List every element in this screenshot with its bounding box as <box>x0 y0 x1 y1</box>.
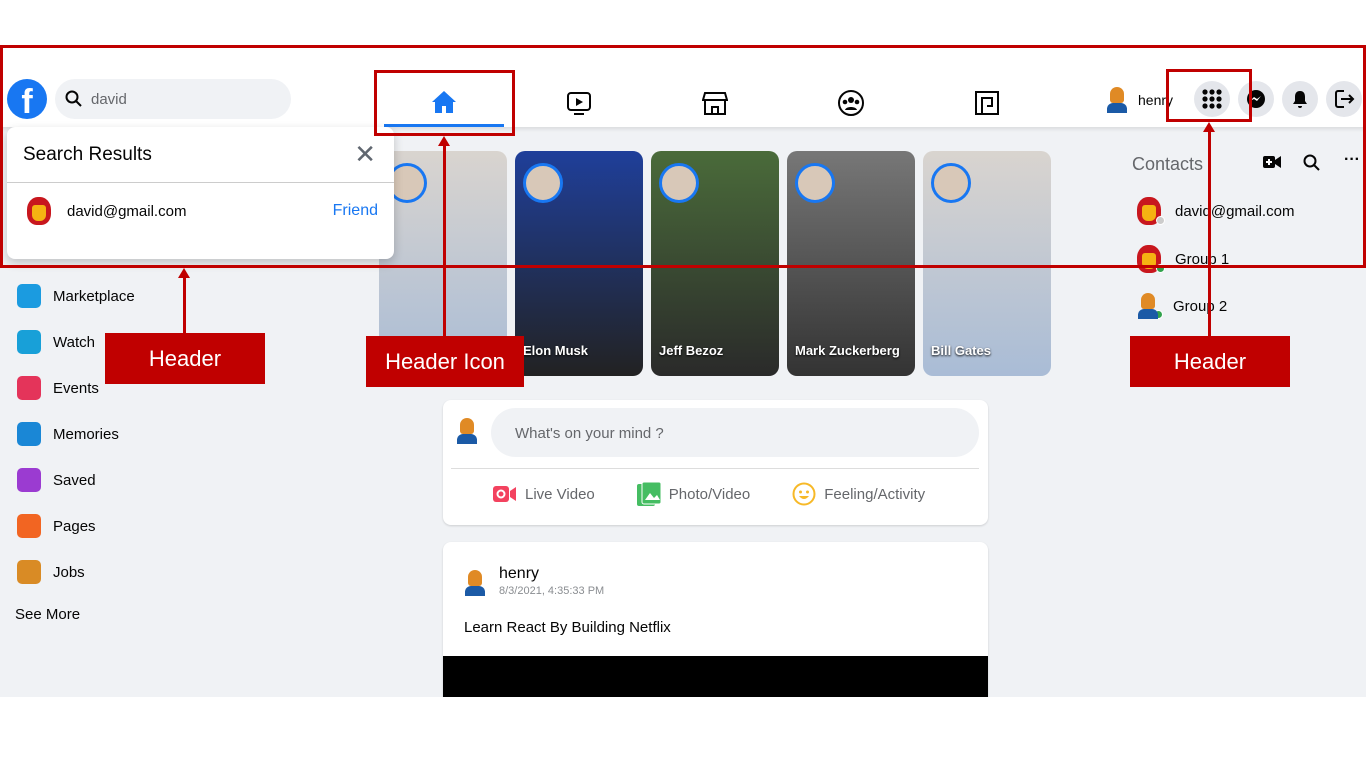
arrow-center <box>438 136 450 336</box>
sidebar-item-jobs[interactable]: Jobs <box>17 560 85 584</box>
menu-icon-annotation-frame <box>1166 69 1252 122</box>
composer-input[interactable]: What's on your mind ? <box>491 408 979 457</box>
story-name: Bill Gates <box>931 343 991 358</box>
arrow-right <box>1203 122 1215 336</box>
sidebar-item-label: Watch <box>53 333 95 351</box>
contact-name: Group 2 <box>1173 297 1228 315</box>
sidebar-item-label: Jobs <box>53 563 85 581</box>
photo-icon <box>636 482 661 506</box>
post-text: Learn React By Building Netflix <box>464 619 671 636</box>
sidebar-item-saved[interactable]: Saved <box>17 468 96 492</box>
story-name: Jeff Bezoz <box>659 343 724 358</box>
composer-actions: Live Video Photo/Video Feeling/Activity <box>493 482 925 506</box>
feeling-activity-button[interactable]: Feeling/Activity <box>792 482 925 506</box>
smiley-icon <box>792 482 816 506</box>
story-name: Mark Zuckerberg <box>795 343 900 358</box>
header-annotation-frame <box>0 45 1366 268</box>
post-media[interactable] <box>443 656 988 697</box>
marketplace-icon <box>17 284 41 308</box>
post-author[interactable]: henry <box>499 565 539 583</box>
sidebar-item-label: Marketplace <box>53 287 135 305</box>
events-icon <box>17 376 41 400</box>
memories-icon <box>17 422 41 446</box>
watch-icon <box>17 330 41 354</box>
post-timestamp: 8/3/2021, 4:35:33 PM <box>499 585 605 597</box>
header-label-right: Header <box>1130 336 1290 387</box>
sidebar-item-label: Saved <box>53 471 96 489</box>
header-icon-label: Header Icon <box>366 336 524 387</box>
live-video-icon <box>493 486 516 502</box>
see-more-link[interactable]: See More <box>15 606 80 623</box>
post-composer: What's on your mind ? Live Video Photo/V… <box>443 400 988 525</box>
saved-icon <box>17 468 41 492</box>
contact-avatar <box>1137 293 1163 319</box>
status-dot <box>1154 310 1163 319</box>
sidebar-item-label: Pages <box>53 517 96 535</box>
story-name: Elon Musk <box>523 343 589 358</box>
pages-icon <box>17 514 41 538</box>
sidebar-item-memories[interactable]: Memories <box>17 422 119 446</box>
sidebar-item-label: Memories <box>53 425 119 443</box>
contact-item[interactable]: Group 2 <box>1137 293 1227 319</box>
header-label-left: Header <box>105 333 265 384</box>
sidebar-item-label: Events <box>53 379 99 397</box>
sidebar-item-watch[interactable]: Watch <box>17 330 95 354</box>
photo-video-button[interactable]: Photo/Video <box>636 482 750 506</box>
jobs-icon <box>17 560 41 584</box>
live-video-button[interactable]: Live Video <box>493 482 595 506</box>
sidebar-item-pages[interactable]: Pages <box>17 514 96 538</box>
post-card: henry 8/3/2021, 4:35:33 PM Learn React B… <box>443 542 988 697</box>
sidebar-item-marketplace[interactable]: Marketplace <box>17 284 135 308</box>
sidebar-item-events[interactable]: Events <box>17 376 99 400</box>
header-icon-annotation-frame <box>374 70 515 136</box>
arrow-left <box>178 268 190 333</box>
